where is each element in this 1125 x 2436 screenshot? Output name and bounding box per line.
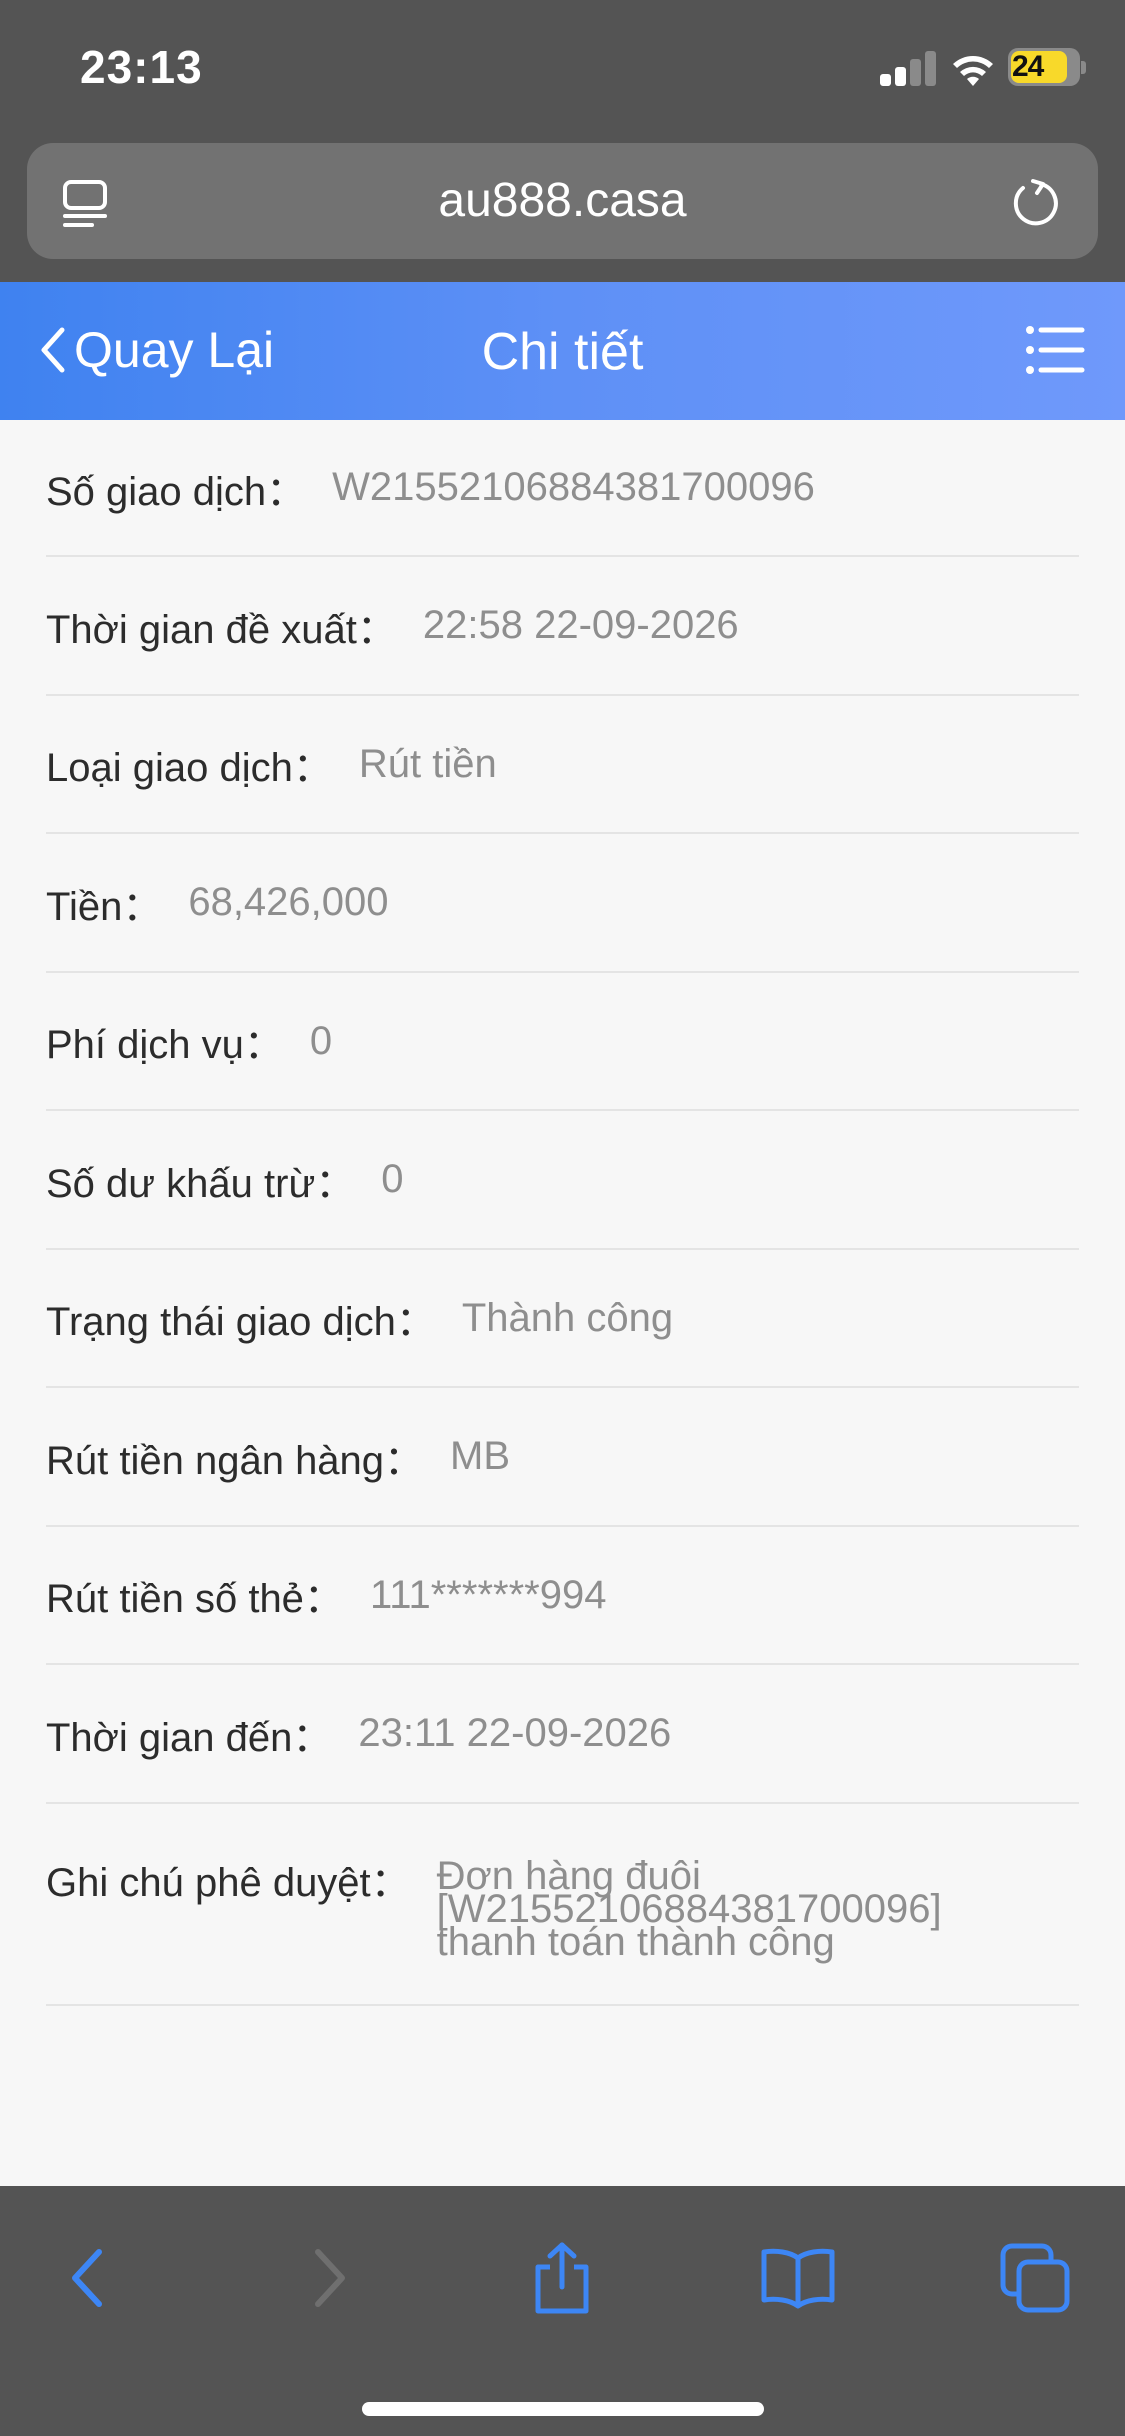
transaction-details: Số giao dịch： W21552106884381700096 Thời… [0,420,1125,2186]
detail-value-note: Đơn hàng đuôi [W21552106884381700096] th… [437,1856,997,1962]
wifi-icon [953,56,993,86]
tabs-button[interactable] [995,2238,1075,2318]
detail-row-bank: Rút tiền ngân hàng： MB [46,1388,1079,1527]
detail-value: 23:11 22-09-2026 [358,1711,672,1755]
share-button[interactable] [522,2238,602,2318]
share-icon [535,2242,589,2314]
detail-label: Rút tiền ngân hàng： [46,1438,425,1483]
detail-row-status: Trạng thái giao dịch： Thành công [46,1250,1079,1388]
cellular-signal-icon [880,50,936,86]
detail-value: 0 [381,1157,404,1201]
detail-label: Ghi chú phê duyệt： [46,1861,411,1905]
detail-row-deducted-balance: Số dư khấu trừ： 0 [46,1111,1079,1250]
chevron-left-icon [41,327,65,373]
back-label: Quay Lại [74,322,275,378]
app-header: Quay Lại Chi tiết [0,282,1125,420]
detail-row-transaction-type: Loại giao dịch： Rút tiền [46,696,1079,834]
back-button[interactable]: Quay Lại [38,312,274,388]
tabs-icon [1000,2243,1070,2313]
detail-value: 22:58 22-09-2026 [422,603,739,647]
bookmarks-icon [761,2248,835,2309]
detail-value: 68,426,000 [188,880,389,924]
detail-value: 0 [309,1018,333,1063]
detail-value: MB [450,1434,511,1478]
detail-label: Phí dịch vụ： [46,1023,284,1067]
browser-forward-button[interactable] [290,2238,370,2318]
detail-value: 111*******994 [369,1572,607,1617]
battery-level: 24 [1012,50,1044,83]
forward-arrow-icon [315,2249,345,2307]
battery-icon: 24 [1008,48,1086,86]
detail-row-card-number: Rút tiền số thẻ： 111*******994 [46,1527,1079,1665]
detail-row-service-fee: Phí dịch vụ： 0 [46,973,1079,1111]
detail-row-approval-note: Ghi chú phê duyệt： Đơn hàng đuôi [W21552… [46,1804,1079,2006]
back-arrow-icon [72,2249,102,2307]
browser-address-area: au888.casa [0,135,1125,282]
browser-back-button[interactable] [47,2238,127,2318]
detail-row-amount: Tiền： 68,426,000 [46,834,1079,973]
detail-label: Thời gian đến： [46,1715,333,1760]
status-time: 23:13 [80,41,203,93]
detail-label: Số dư khấu trừ： [46,1161,356,1206]
detail-label: Thời gian đề xuất： [46,607,397,652]
detail-label: Rút tiền số thẻ： [46,1577,344,1621]
reload-icon[interactable] [1009,177,1061,229]
status-bar: 23:13 24 [0,0,1125,135]
detail-row-transaction-id: Số giao dịch： W21552106884381700096 [46,420,1079,557]
detail-label: Trạng thái giao dịch： [46,1300,436,1344]
url-field[interactable]: au888.casa [27,143,1098,259]
detail-label: Loại giao dịch： [46,746,333,790]
list-menu-icon[interactable] [1025,324,1085,376]
bookmarks-button[interactable] [758,2238,838,2318]
detail-label: Tiền： [46,884,163,929]
home-indicator [362,2402,764,2416]
url-text[interactable]: au888.casa [27,173,1098,228]
detail-row-arrival-time: Thời gian đến： 23:11 22-09-2026 [46,1665,1079,1804]
detail-value: Thành công [461,1295,674,1340]
detail-value: W21552106884381700096 [332,465,815,509]
detail-row-request-time: Thời gian đề xuất： 22:58 22-09-2026 [46,557,1079,696]
detail-value: Rút tiền [358,741,497,786]
detail-label: Số giao dịch： [46,469,307,514]
browser-toolbar [0,2186,1125,2436]
